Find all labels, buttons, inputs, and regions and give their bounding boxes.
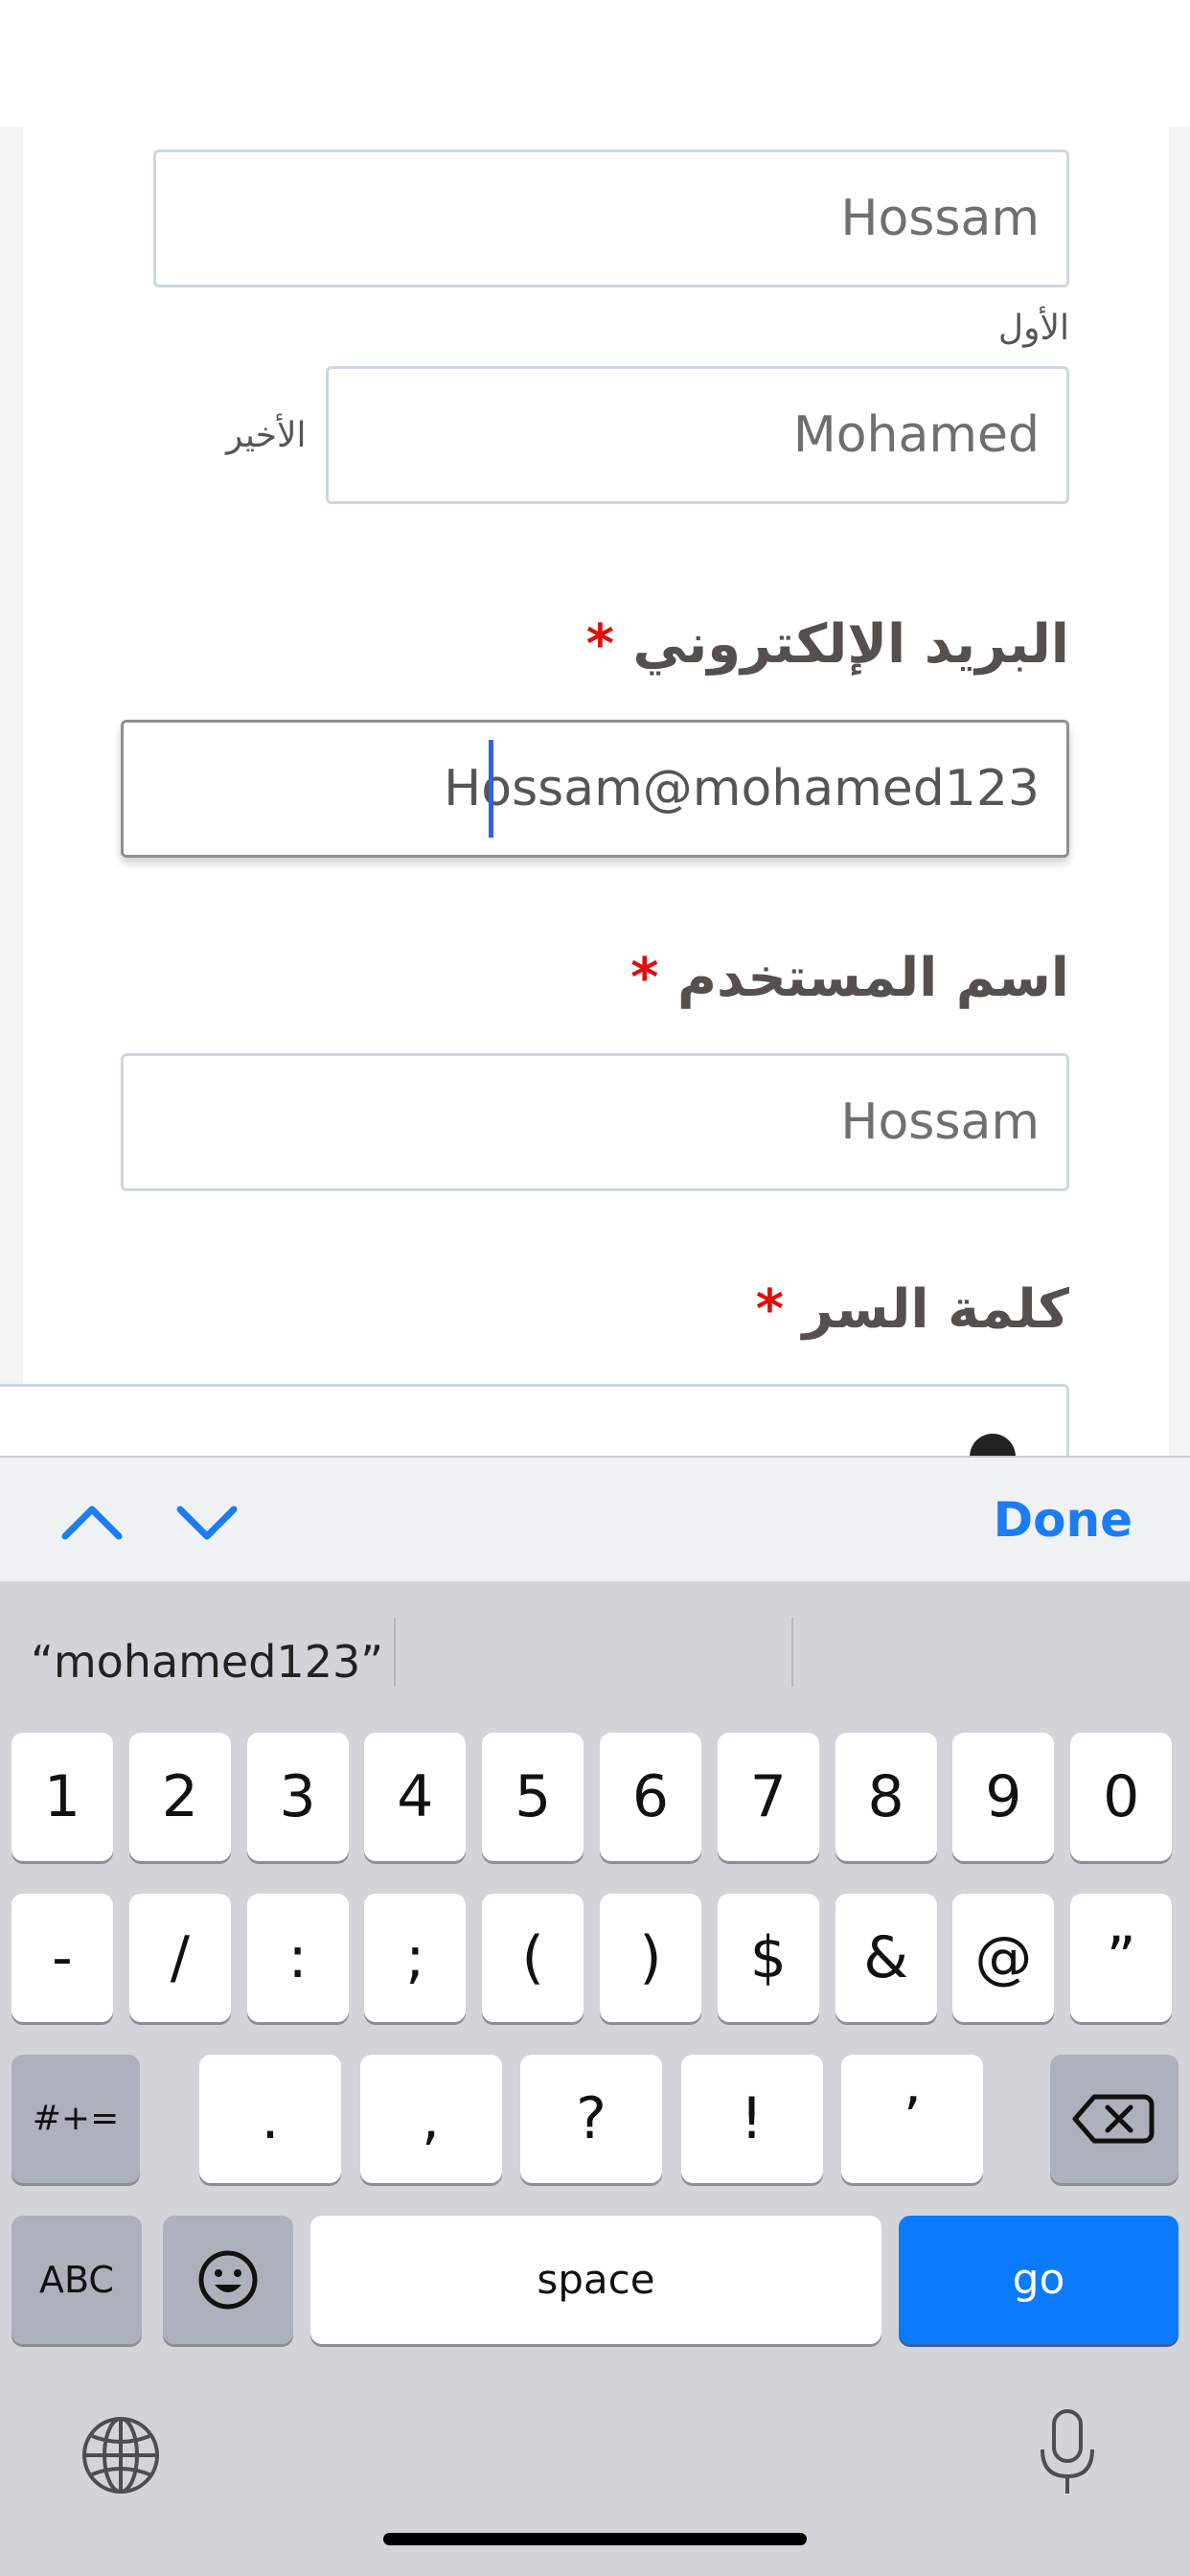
key[interactable]: @ [952, 1894, 1055, 2022]
abc-key[interactable]: ABC [11, 2216, 142, 2344]
username-label-text: اسم المستخدم [676, 947, 1069, 1009]
key[interactable]: ? [520, 2055, 662, 2183]
go-key[interactable]: go [899, 2216, 1179, 2344]
email-label: * البريد الإلكتروني [586, 613, 1069, 676]
autocorrect-suggestion[interactable]: “mohamed123” [31, 1627, 383, 1696]
microphone-icon[interactable] [1033, 2407, 1102, 2499]
text-caret [489, 740, 493, 838]
last-name-label: الأخير [226, 416, 307, 455]
delete-key[interactable] [1050, 2055, 1179, 2183]
required-mark: * [585, 613, 615, 676]
password-input[interactable] [0, 1384, 1069, 1456]
last-name-input[interactable]: Mohamed [326, 366, 1069, 504]
key[interactable]: 9 [952, 1733, 1055, 1861]
status-bar [0, 0, 1190, 126]
key[interactable]: ; [364, 1894, 467, 2022]
key[interactable]: 6 [600, 1733, 701, 1861]
suggestion-divider [394, 1618, 396, 1687]
web-page: Hossam الأول Mohamed الأخير * البريد الإ… [0, 0, 1190, 1456]
key[interactable]: ) [600, 1894, 701, 2022]
key[interactable]: 2 [128, 1733, 231, 1861]
key[interactable]: 4 [364, 1733, 467, 1861]
home-indicator [383, 2533, 807, 2545]
key[interactable]: 0 [1070, 1733, 1173, 1861]
key[interactable]: / [128, 1894, 231, 2022]
password-label-text: كلمة السر [802, 1278, 1069, 1341]
symbols-key[interactable]: #+= [11, 2055, 140, 2183]
keyboard-accessory-bar: Done [0, 1456, 1190, 1583]
required-mark: * [630, 947, 659, 1009]
key[interactable]: & [835, 1894, 937, 2022]
key[interactable]: $ [717, 1894, 819, 2022]
emoji-icon [198, 2250, 258, 2310]
first-name-label: الأول [997, 309, 1069, 348]
key[interactable]: 3 [246, 1733, 349, 1861]
key[interactable]: 5 [482, 1733, 584, 1861]
key[interactable]: ! [680, 2055, 823, 2183]
required-mark: * [755, 1278, 785, 1341]
emoji-key[interactable] [163, 2216, 293, 2344]
key[interactable]: : [246, 1894, 349, 2022]
suggestion-divider [791, 1618, 793, 1687]
username-input[interactable]: Hossam [121, 1053, 1069, 1191]
key[interactable]: ” [1070, 1894, 1173, 2022]
key[interactable]: 1 [11, 1733, 113, 1861]
keyboard: “mohamed123” #+= ABC space go 1 2 3 4 5 … [0, 1581, 1190, 2576]
space-key[interactable]: space [310, 2216, 881, 2344]
key[interactable]: . [199, 2055, 341, 2183]
key[interactable]: ’ [841, 2055, 983, 2183]
key[interactable]: 7 [717, 1733, 819, 1861]
email-input[interactable]: Hossam@mohamed123 [121, 720, 1069, 858]
key[interactable]: ( [482, 1894, 584, 2022]
key[interactable]: 8 [835, 1733, 937, 1861]
delete-icon [1072, 2094, 1155, 2144]
globe-icon[interactable] [80, 2415, 161, 2496]
chevron-up-icon[interactable] [54, 1484, 130, 1561]
done-button[interactable]: Done [994, 1486, 1133, 1553]
password-label: * كلمة السر [756, 1278, 1069, 1341]
first-name-input[interactable]: Hossam [153, 150, 1069, 288]
chevron-down-icon[interactable] [169, 1484, 245, 1561]
key[interactable]: - [11, 1894, 113, 2022]
email-label-text: البريد الإلكتروني [632, 613, 1069, 676]
key[interactable]: , [359, 2055, 502, 2183]
username-label: * اسم المستخدم [630, 947, 1069, 1009]
